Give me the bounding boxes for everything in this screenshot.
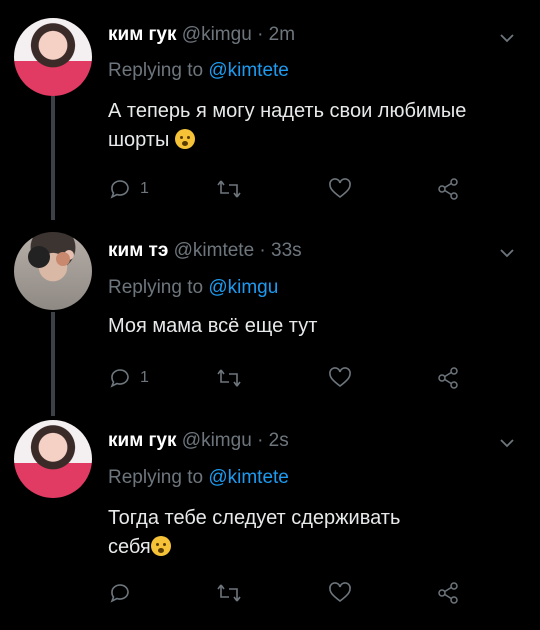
retweet-button[interactable] [216, 365, 242, 391]
share-icon [438, 582, 458, 604]
reply-count: 1 [140, 180, 149, 197]
like-icon [329, 582, 351, 603]
tweet-actions: 1 [108, 176, 508, 202]
reply-icon [110, 369, 129, 388]
timestamp[interactable]: · 33s [259, 240, 301, 261]
display-name[interactable]: ким тэ [108, 240, 168, 261]
share-icon [438, 178, 458, 200]
share-button[interactable] [436, 580, 460, 606]
chevron-down-icon[interactable] [499, 245, 515, 261]
like-icon [329, 178, 351, 199]
share-icon [438, 367, 458, 389]
chevron-down-icon[interactable] [499, 435, 515, 451]
like-icon [329, 367, 351, 388]
replying-prefix: Replying to [108, 467, 204, 488]
tweet-text: Моя мама всё еще тут [108, 312, 528, 341]
reply-icon [110, 584, 129, 603]
user-handle[interactable]: @kimtete [174, 240, 255, 261]
tweet-text-line: себя [108, 536, 151, 558]
reply-icon [110, 180, 129, 199]
like-button[interactable] [328, 580, 352, 606]
tweet-text: Тогда тебе следует сдерживать себя [108, 504, 528, 562]
avatar[interactable] [14, 232, 92, 310]
replying-prefix: Replying to [108, 277, 204, 298]
thread-line [51, 96, 55, 220]
reply-button[interactable] [108, 580, 140, 606]
retweet-icon [217, 369, 241, 387]
share-button[interactable] [436, 176, 460, 202]
retweet-icon [217, 180, 241, 198]
replying-to: Replying to @kimtete [108, 60, 289, 82]
flushed-emoji-icon [150, 536, 171, 556]
replying-to: Replying to @kimtete [108, 467, 289, 489]
timestamp[interactable]: · 2s [257, 430, 289, 451]
replying-to-handle[interactable]: @kimtete [208, 467, 289, 488]
chevron-down-icon[interactable] [499, 30, 515, 46]
tweet-actions [108, 580, 508, 606]
flushed-emoji-icon [174, 129, 195, 149]
like-button[interactable] [328, 176, 352, 202]
retweet-button[interactable] [216, 176, 242, 202]
avatar[interactable] [14, 18, 92, 96]
avatar[interactable] [14, 420, 92, 498]
reply-count: 1 [140, 369, 149, 386]
thread-line [51, 312, 55, 416]
display-name[interactable]: ким гук [108, 24, 177, 45]
reply-button[interactable]: 1 [108, 365, 149, 391]
tweet-header: ким гук @kimgu · 2s [108, 430, 289, 452]
user-handle[interactable]: @kimgu [182, 430, 252, 451]
replying-to: Replying to @kimgu [108, 277, 278, 299]
tweet-header: ким гук @kimgu · 2m [108, 24, 295, 46]
tweet-text: А теперь я могу надеть свои любимые шорт… [108, 97, 528, 155]
replying-to-handle[interactable]: @kimgu [208, 277, 278, 298]
retweet-icon [217, 584, 241, 602]
tweet-text-content: Моя мама всё еще тут [108, 315, 318, 337]
replying-prefix: Replying to [108, 60, 204, 81]
replying-to-handle[interactable]: @kimtete [208, 60, 289, 81]
tweet-header: ким тэ @kimtete · 33s [108, 240, 302, 262]
user-handle[interactable]: @kimgu [182, 24, 252, 45]
like-button[interactable] [328, 365, 352, 391]
tweet-text-content: А теперь я могу надеть свои любимые шорт… [108, 100, 467, 151]
share-button[interactable] [436, 365, 460, 391]
tweet-text-line: Тогда тебе следует сдерживать [108, 507, 401, 529]
display-name[interactable]: ким гук [108, 430, 177, 451]
tweet-actions: 1 [108, 365, 508, 391]
timestamp[interactable]: · 2m [257, 24, 295, 45]
retweet-button[interactable] [216, 580, 242, 606]
reply-button[interactable]: 1 [108, 176, 149, 202]
